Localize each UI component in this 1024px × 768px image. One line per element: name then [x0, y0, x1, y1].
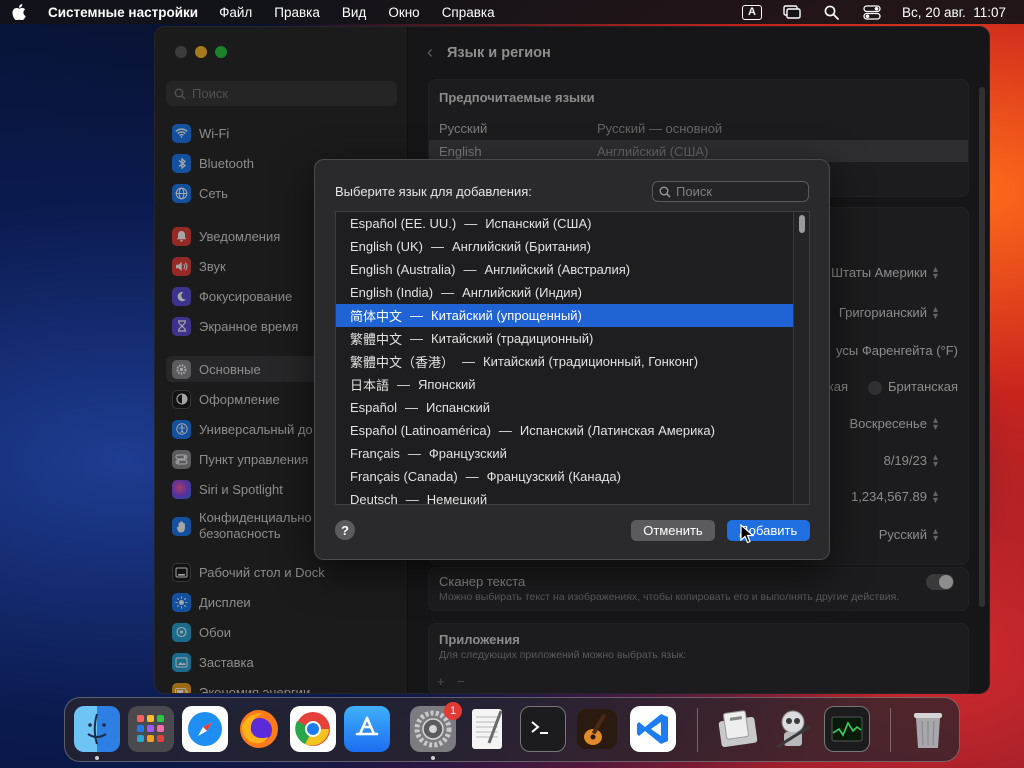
item-dash: — [407, 446, 421, 461]
item-desc: Испанский (Латинская Америка) [519, 423, 715, 438]
trash-icon[interactable] [905, 706, 951, 752]
item-dash: — [404, 400, 418, 415]
item-dash: — [405, 492, 419, 505]
list-scrollbar[interactable] [793, 212, 809, 504]
list-item-selected[interactable]: 简体中文 — Китайский (упрощенный) [336, 304, 795, 327]
item-name: 简体中文 [350, 309, 403, 324]
item-name: 繁體中文（香港） [350, 355, 455, 370]
item-dash: — [463, 262, 477, 277]
running-indicator [431, 756, 435, 760]
item-name: English (UK) [350, 239, 423, 254]
add-language-dialog: Выберите язык для добавления: Español (E… [314, 159, 830, 560]
item-name: Deutsch [350, 492, 398, 505]
list-item[interactable]: Español (Latinoamérica) — Испанский (Латин… [336, 419, 795, 442]
list-item[interactable]: Español — Испанский [336, 396, 795, 419]
system-information-icon[interactable] [715, 706, 761, 752]
input-source-menu[interactable]: A [741, 4, 762, 20]
item-name: Français (Canada) [350, 469, 458, 484]
menu-edit[interactable]: Правка [274, 5, 320, 20]
dialog-search-field[interactable] [652, 181, 809, 202]
item-desc: Китайский (традиционный, Гонконг) [483, 354, 699, 369]
help-button[interactable]: ? [335, 520, 355, 540]
item-dash: — [464, 216, 478, 231]
list-item[interactable]: 繁體中文（香港） — Китайский (традиционный, Гонкон… [336, 350, 795, 373]
list-item[interactable]: Français — Французский [336, 442, 795, 465]
item-desc: Японский [418, 377, 476, 392]
app-menu[interactable]: Системные настройки [48, 5, 198, 20]
menubar-clock[interactable]: Вс, 20 авг. 11:07 [902, 5, 1006, 20]
firefox-icon[interactable] [236, 706, 282, 752]
spotlight-search-icon[interactable] [822, 4, 842, 20]
chrome-icon[interactable] [290, 706, 336, 752]
menu-window[interactable]: Окно [388, 5, 419, 20]
apple-menu-icon[interactable] [12, 4, 26, 20]
item-dash: — [498, 423, 512, 438]
item-desc: Английский (Австралия) [484, 262, 631, 277]
cancel-button[interactable]: Отменить [631, 520, 715, 541]
dock-separator [890, 708, 891, 752]
item-desc: Испанский [425, 400, 490, 415]
garageband-icon[interactable] [574, 706, 620, 752]
control-center-icon[interactable] [862, 4, 882, 20]
dialog-search-input[interactable] [676, 184, 796, 199]
item-name: Español (EE. UU.) [350, 216, 457, 231]
item-desc: Французский [428, 446, 507, 461]
item-desc: Английский (Британия) [451, 239, 591, 254]
item-name: Français [350, 446, 400, 461]
automator-icon[interactable] [770, 706, 816, 752]
item-name: 繁體中文 [350, 332, 403, 347]
search-icon [659, 186, 671, 198]
notification-badge: 1 [444, 702, 462, 720]
item-desc: Французский (Канада) [486, 469, 621, 484]
item-dash: — [410, 331, 424, 346]
item-dash: — [462, 354, 476, 369]
safari-icon[interactable] [182, 706, 228, 752]
item-desc: Немецкий [426, 492, 488, 505]
list-scrollbar-thumb[interactable] [799, 215, 805, 233]
list-item[interactable]: Español (EE. UU.) — Испанский (США) [336, 212, 795, 235]
item-dash: — [410, 308, 424, 323]
list-item[interactable]: 日本語 — Японский [336, 373, 795, 396]
item-name: English (Australia) [350, 262, 456, 277]
dialog-prompt: Выберите язык для добавления: [335, 184, 532, 199]
item-dash: — [397, 377, 411, 392]
item-desc: Английский (Индия) [462, 285, 582, 300]
activity-monitor-icon[interactable] [824, 706, 870, 752]
list-item[interactable]: English (Australia) — Английский (Австрали… [336, 258, 795, 281]
menu-view[interactable]: Вид [342, 5, 366, 20]
running-indicator [95, 756, 99, 760]
item-desc: Китайский (упрощенный) [431, 308, 582, 323]
dock-separator [697, 708, 698, 752]
finder-icon[interactable] [74, 706, 120, 752]
terminal-icon[interactable] [520, 706, 566, 752]
system-settings-icon[interactable]: 1 [410, 702, 462, 752]
list-item[interactable]: 繁體中文 — Китайский (традиционный) [336, 327, 795, 350]
item-name: Español (Latinoamérica) [350, 423, 491, 438]
list-item[interactable]: English (UK) — Английский (Британия) [336, 235, 795, 258]
screen-mirroring-icon[interactable] [782, 4, 802, 20]
menu-bar: Системные настройки Файл Правка Вид Окно… [0, 0, 1024, 24]
item-desc: Китайский (традиционный) [431, 331, 594, 346]
vscode-icon[interactable] [630, 706, 676, 752]
item-name: 日本語 [350, 378, 390, 393]
list-item[interactable]: Deutsch — Немецкий [336, 488, 795, 505]
item-dash: — [430, 239, 444, 254]
textedit-icon[interactable] [464, 706, 510, 752]
item-dash: — [441, 285, 455, 300]
launchpad-icon[interactable] [128, 706, 174, 752]
menu-help[interactable]: Справка [442, 5, 495, 20]
item-desc: Испанский (США) [485, 216, 592, 231]
dock: 1 [64, 697, 960, 762]
list-item[interactable]: Français (Canada) — Французский (Канада) [336, 465, 795, 488]
item-dash: — [465, 469, 479, 484]
language-list: Español (EE. UU.) — Испанский (США) Englis… [335, 211, 810, 505]
item-name: English (India) [350, 285, 434, 300]
app-store-icon[interactable] [344, 706, 390, 752]
mouse-pointer-icon [740, 524, 754, 544]
menu-file[interactable]: Файл [219, 5, 252, 20]
item-name: Español [350, 400, 397, 415]
list-item[interactable]: English (India) — Английский (Индия) [336, 281, 795, 304]
input-source-label: A [741, 4, 762, 20]
